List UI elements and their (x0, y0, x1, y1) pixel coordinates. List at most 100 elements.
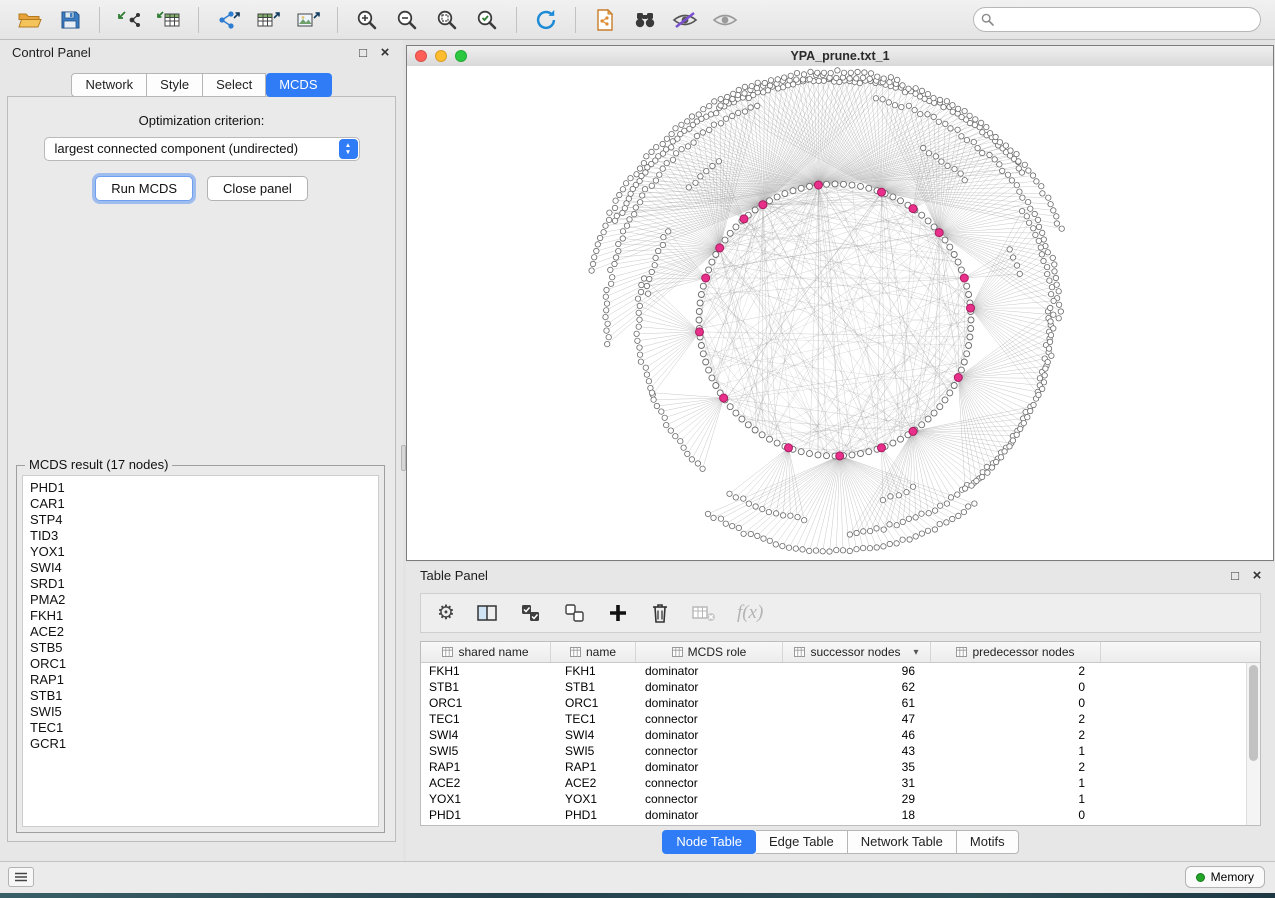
mcds-result-item[interactable]: STP4 (23, 512, 378, 528)
network-graph[interactable] (407, 66, 1273, 560)
column-header-predecessor-nodes[interactable]: predecessor nodes (931, 642, 1101, 662)
table-row[interactable]: ACE2ACE2connector311 (421, 775, 1260, 791)
mcds-result-item[interactable]: ORC1 (23, 656, 378, 672)
status-menu-button[interactable] (8, 867, 34, 887)
delete-column-button[interactable] (649, 601, 671, 625)
table-cell: ACE2 (551, 775, 636, 791)
hide-selected-button[interactable] (667, 4, 703, 36)
save-session-button[interactable] (52, 4, 88, 36)
table-row[interactable]: ORC1ORC1dominator610 (421, 695, 1260, 711)
scrollbar-thumb[interactable] (1249, 665, 1258, 761)
mcds-result-item[interactable]: TID3 (23, 528, 378, 544)
mcds-result-item[interactable]: SWI5 (23, 704, 378, 720)
select-all-rows-button[interactable] (519, 602, 543, 624)
mcds-result-item[interactable]: YOX1 (23, 544, 378, 560)
tab-motifs[interactable]: Motifs (957, 830, 1019, 854)
mcds-result-list[interactable]: PHD1CAR1STP4TID3YOX1SWI4SRD1PMA2FKH1ACE2… (22, 475, 379, 827)
column-header-successor-nodes[interactable]: successor nodes▾ (783, 642, 931, 662)
memory-button[interactable]: Memory (1185, 866, 1265, 888)
close-panel-button[interactable]: Close panel (207, 176, 308, 201)
column-header-label: MCDS role (688, 645, 747, 659)
export-image-button[interactable] (290, 4, 326, 36)
table-cell: 0 (931, 807, 1101, 823)
mcds-result-item[interactable]: SRD1 (23, 576, 378, 592)
table-row[interactable]: TEC1TEC1connector472 (421, 711, 1260, 727)
mcds-result-item[interactable]: CAR1 (23, 496, 378, 512)
network-canvas[interactable] (407, 66, 1273, 560)
mcds-result-item[interactable]: STB5 (23, 640, 378, 656)
mcds-result-item[interactable]: SWI4 (23, 560, 378, 576)
mcds-result-item[interactable]: FKH1 (23, 608, 378, 624)
table-cell: YOX1 (421, 791, 551, 807)
table-row[interactable]: YOX1YOX1connector291 (421, 791, 1260, 807)
tab-style[interactable]: Style (147, 73, 203, 97)
tab-mcds[interactable]: MCDS (266, 73, 331, 97)
import-network-file-button[interactable] (111, 4, 147, 36)
mcds-result-item[interactable]: ACE2 (23, 624, 378, 640)
open-file-button[interactable] (12, 4, 48, 36)
mcds-result-item[interactable]: RAP1 (23, 672, 378, 688)
add-column-button[interactable] (607, 602, 629, 624)
window-minimize-button[interactable] (435, 50, 447, 62)
table-row[interactable]: RAP1RAP1dominator352 (421, 759, 1260, 775)
table-row[interactable]: FKH1FKH1dominator962 (421, 663, 1260, 679)
refresh-button[interactable] (528, 4, 564, 36)
close-panel-icon[interactable]: × (377, 40, 393, 66)
run-mcds-button[interactable]: Run MCDS (95, 176, 193, 201)
table-settings-button[interactable]: ⚙ (437, 603, 455, 623)
table-row[interactable]: PHD1PHD1dominator180 (421, 807, 1260, 823)
float-table-panel-icon[interactable]: □ (1227, 563, 1243, 589)
tab-network-table[interactable]: Network Table (848, 830, 957, 854)
toolbar-separator (575, 7, 576, 33)
node-table: shared namename MCDS role successor nodes▾… (420, 641, 1261, 826)
mcds-result-item[interactable]: PMA2 (23, 592, 378, 608)
table-cell: dominator (636, 807, 783, 823)
zoom-in-button[interactable] (349, 4, 385, 36)
deselect-all-rows-button[interactable] (563, 602, 587, 624)
tab-edge-table[interactable]: Edge Table (756, 830, 848, 854)
import-table-file-button[interactable] (151, 4, 187, 36)
tab-network[interactable]: Network (71, 73, 147, 97)
table-cell: FKH1 (551, 663, 636, 679)
table-row[interactable]: SWI5SWI5connector431 (421, 743, 1260, 759)
show-columns-button[interactable] (475, 602, 499, 624)
search-input[interactable] (973, 7, 1261, 32)
function-builder-button[interactable]: f(x) (737, 602, 763, 624)
export-document-button[interactable] (587, 4, 623, 36)
zoom-out-button[interactable] (389, 4, 425, 36)
mcds-result-item[interactable]: TEC1 (23, 720, 378, 736)
table-cell: 18 (783, 807, 931, 823)
find-button[interactable] (627, 4, 663, 36)
mcds-result-item[interactable]: PHD1 (23, 480, 378, 496)
table-cell: 0 (931, 695, 1101, 711)
tab-select[interactable]: Select (203, 73, 266, 97)
export-table-button[interactable] (250, 4, 286, 36)
network-window-titlebar[interactable]: YPA_prune.txt_1 (407, 46, 1273, 67)
table-cell: dominator (636, 679, 783, 695)
close-table-panel-icon[interactable]: × (1249, 563, 1265, 589)
mcds-result-item[interactable]: GCR1 (23, 736, 378, 752)
window-close-button[interactable] (415, 50, 427, 62)
column-header-name[interactable]: name (551, 642, 636, 662)
zoom-out-icon (395, 8, 419, 32)
column-header-mcds-role[interactable]: MCDS role (636, 642, 783, 662)
zoom-selected-icon (475, 8, 499, 32)
delete-table-button[interactable] (691, 602, 717, 624)
zoom-selected-button[interactable] (469, 4, 505, 36)
table-cell: 61 (783, 695, 931, 711)
table-cell: dominator (636, 663, 783, 679)
new-network-button[interactable] (210, 4, 246, 36)
window-maximize-button[interactable] (455, 50, 467, 62)
table-cell: 62 (783, 679, 931, 695)
show-all-button[interactable] (707, 4, 743, 36)
tab-node-table[interactable]: Node Table (662, 830, 756, 854)
criterion-dropdown[interactable]: largest connected component (undirected)… (44, 137, 360, 161)
table-row[interactable]: STB1STB1dominator620 (421, 679, 1260, 695)
zoom-fit-button[interactable] (429, 4, 465, 36)
table-row[interactable]: SWI4SWI4dominator462 (421, 727, 1260, 743)
column-header-shared-name[interactable]: shared name (421, 642, 551, 662)
table-scrollbar[interactable] (1246, 663, 1260, 825)
mcds-result-item[interactable]: STB1 (23, 688, 378, 704)
table-cell: 0 (931, 679, 1101, 695)
float-panel-icon[interactable]: □ (355, 40, 371, 66)
